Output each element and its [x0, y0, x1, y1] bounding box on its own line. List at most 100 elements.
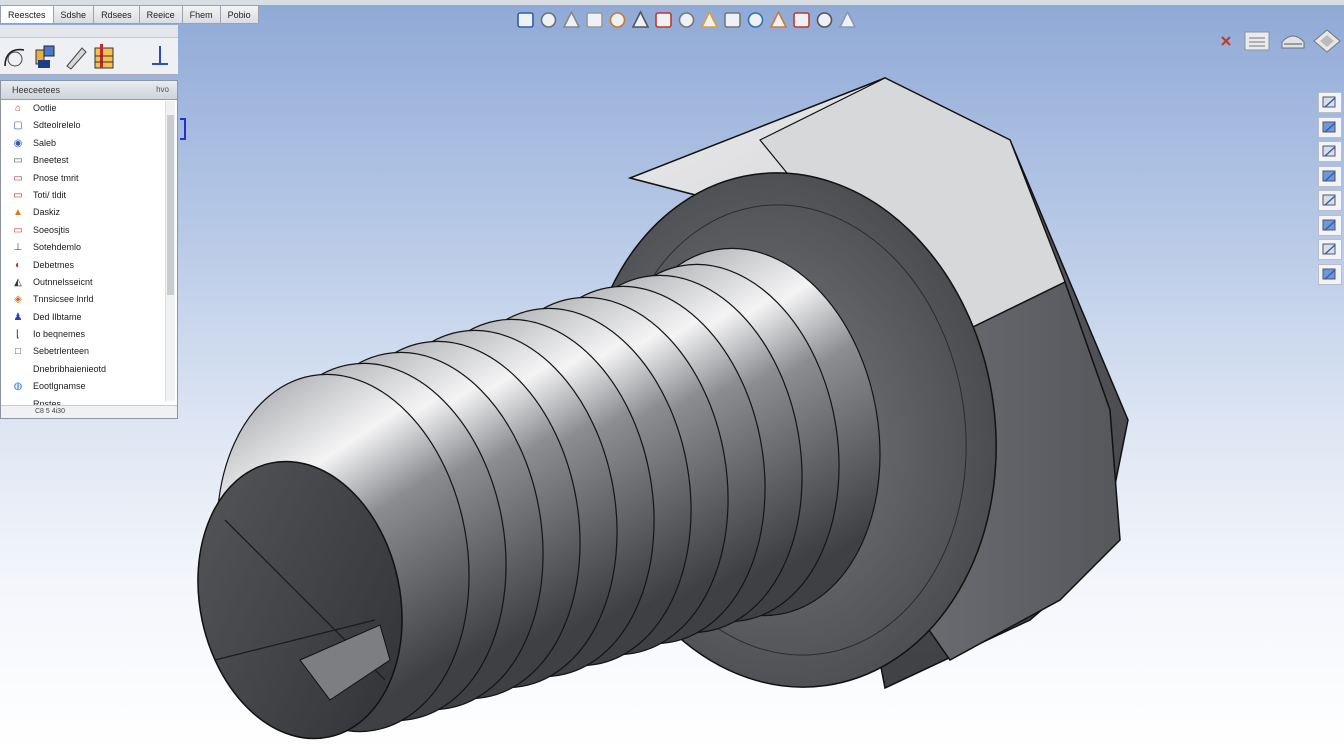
command-manager-tabs: Reesctes Sdshe Rdsees Reeice Fhem Pobio — [0, 5, 259, 25]
appearances-icon[interactable] — [1318, 190, 1342, 211]
sensors-icon: ▢ — [13, 120, 23, 132]
resources-icon[interactable] — [1318, 92, 1342, 113]
feature-tree-title: Heeceetees — [12, 85, 61, 95]
file-explorer-icon[interactable] — [1318, 141, 1342, 162]
material-icon: ▭ — [13, 155, 23, 167]
sketch-icon[interactable] — [2, 42, 28, 70]
tree-item-label: Eootlgnamse — [33, 381, 86, 392]
axis-icon: ⊥ — [13, 242, 23, 254]
tree-item[interactable]: ⊥ Sotehdemlo — [1, 239, 177, 256]
tree-item[interactable]: □ Sebetrlenteen — [1, 343, 177, 360]
settings-icon[interactable] — [1312, 28, 1342, 54]
tree-item[interactable]: ⌂ Ootlie — [1, 100, 177, 117]
view-orientation-icon[interactable] — [631, 9, 650, 31]
minimize-icon[interactable] — [1242, 28, 1272, 54]
tree-item-label: Dnebribhaienieotd — [33, 363, 107, 374]
sketch-icon: ⌊ — [16, 329, 20, 341]
command-manager-header — [0, 25, 178, 38]
tree-item-label: Sotehdemlo — [33, 242, 82, 253]
extrude-icon: ▲ — [13, 207, 23, 219]
tree-item[interactable]: ▭ Bneetest — [1, 152, 177, 169]
heads-up-view-toolbar — [516, 9, 857, 33]
tree-item[interactable]: ◉ Saleb — [1, 135, 177, 152]
edit-appearance-icon[interactable] — [700, 9, 719, 31]
tab-4[interactable]: Fhem — [181, 5, 220, 24]
sketch-pen-icon[interactable] — [62, 42, 88, 70]
tree-scrollbar-thumb[interactable] — [167, 115, 174, 295]
custom-properties-icon[interactable] — [1318, 214, 1342, 236]
rotate-icon[interactable] — [769, 9, 788, 31]
view-settings-icon[interactable] — [746, 9, 765, 31]
tree-item[interactable]: ▲ Daskiz — [1, 204, 177, 221]
tree-item-label: Toti/ tldit — [33, 189, 67, 200]
forum-icon[interactable] — [1318, 239, 1342, 260]
tree-scrollbar[interactable] — [165, 101, 175, 401]
tree-item[interactable]: Dnebribhaienieotd — [1, 361, 177, 378]
render-icon[interactable] — [815, 9, 834, 31]
part-icon: ⌂ — [14, 103, 22, 114]
tree-item-label: Daskiz — [33, 207, 61, 218]
search-icon[interactable] — [1318, 263, 1342, 285]
chamfer-icon: ◭ — [14, 276, 22, 288]
restore-icon[interactable] — [1278, 28, 1308, 54]
tree-item-label: Saleb — [33, 137, 57, 148]
tree-item[interactable]: ♟ Ded Ilbtame — [1, 309, 177, 326]
tree-footer-text: C8 5 4i30 — [35, 408, 65, 415]
tree-item-label: Debetmes — [33, 259, 75, 270]
tree-item[interactable]: ▢ Sdteolrelelo — [1, 117, 177, 134]
zoom-area-icon[interactable] — [562, 9, 581, 31]
plane-icon: ▭ — [13, 172, 23, 184]
tree-item-label: Sebetrlenteen — [33, 346, 90, 357]
dimension-icon[interactable] — [148, 42, 174, 70]
tree-item[interactable]: ▭ Pnose tmrit — [1, 170, 177, 187]
features-icon[interactable] — [32, 42, 58, 70]
apply-scene-icon[interactable] — [723, 9, 742, 31]
display-style-icon[interactable] — [654, 9, 673, 31]
selection-bracket — [180, 118, 186, 140]
tab-2[interactable]: Rdsees — [93, 5, 139, 24]
shading-icon[interactable] — [838, 9, 857, 31]
tree-footer: C8 5 4i30 — [1, 405, 177, 418]
fillet-icon: ◐ — [14, 259, 22, 271]
close-icon[interactable] — [1220, 32, 1234, 50]
evaluate-icon[interactable] — [92, 42, 118, 70]
tree-item-label: Bneetest — [33, 155, 69, 166]
hide-show-icon[interactable] — [677, 9, 696, 31]
tree-item[interactable]: ▭ Toti/ tldit — [1, 187, 177, 204]
design-library-icon[interactable] — [1318, 116, 1342, 138]
tree-item[interactable]: ◍ Eootlgnamse — [1, 378, 177, 395]
bolt-model[interactable] — [173, 76, 1129, 750]
tree-item[interactable]: ▭ Soeosjtis — [1, 222, 177, 239]
thread-icon: ◈ — [14, 294, 22, 306]
zoom-fit-icon[interactable] — [539, 9, 558, 31]
tree-item[interactable]: ◭ Outnnelsseicnt — [1, 274, 177, 291]
plane-icon: ▭ — [13, 224, 23, 236]
tree-item-label: Outnnelsseicnt — [33, 276, 93, 287]
task-pane — [1318, 92, 1344, 288]
view-palette-icon[interactable] — [1318, 165, 1342, 187]
tree-item-label: Sdteolrelelo — [33, 120, 81, 131]
tree-item-label: Ded Ilbtame — [33, 311, 82, 322]
tree-item[interactable]: ◈ Tnnsicsee lnrld — [1, 291, 177, 308]
feature-manager-tree: Heeceetees hvo ⌂ Ootlie ▢ Sdteolrelelo ◉ Sale… — [0, 80, 178, 419]
graphics-viewport[interactable] — [0, 0, 1344, 750]
feature-tree-header: Heeceetees hvo — [1, 81, 177, 100]
tab-3[interactable]: Reeice — [138, 5, 182, 24]
tree-item-label: Tnnsicsee lnrld — [33, 294, 94, 305]
annotations-icon: ◉ — [13, 137, 23, 149]
zoom-icon[interactable] — [516, 9, 535, 31]
tab-0[interactable]: Reesctes — [0, 5, 53, 24]
tree-item[interactable]: ⌊ Io beqnemes — [1, 326, 177, 343]
tab-5[interactable]: Pobio — [219, 5, 259, 24]
cosmetic-icon: ◍ — [13, 381, 23, 393]
measure-icon[interactable] — [792, 9, 811, 31]
previous-view-icon[interactable] — [585, 9, 604, 31]
tree-pin-label[interactable]: hvo — [156, 81, 169, 99]
tab-1[interactable]: Sdshe — [52, 5, 94, 24]
tree-item-label: Io beqnemes — [33, 329, 86, 340]
feature-tree-items: ⌂ Ootlie ▢ Sdteolrelelo ◉ Saleb ▭ Bneetest ▭ Pnos… — [1, 100, 177, 413]
tree-item-label: Soeosjtis — [33, 224, 70, 235]
user-icon: ♟ — [13, 311, 23, 323]
tree-item[interactable]: ◐ Debetmes — [1, 257, 177, 274]
section-view-icon[interactable] — [608, 9, 627, 31]
